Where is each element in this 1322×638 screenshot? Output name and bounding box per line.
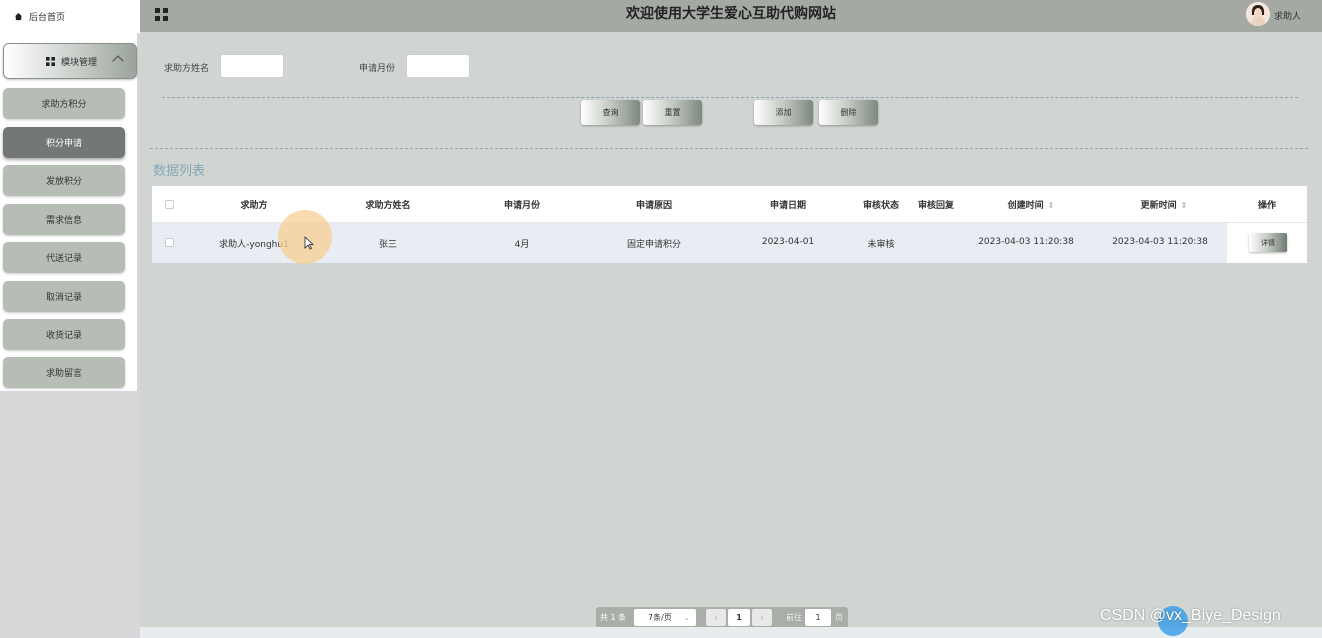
select-all-checkbox[interactable]	[165, 200, 174, 209]
top-header: 欢迎使用大学生爱心互助代购网站 求助人	[140, 0, 1322, 32]
sidebar-item-receipt-records[interactable]: 收货记录	[3, 319, 125, 350]
sidebar-item-label: 收货记录	[45, 331, 82, 341]
prev-page-button[interactable]: ‹	[706, 609, 726, 626]
sidebar: 后台首页 模块管理 求助方积分 积分申请 发放积分 需求信息 代送记录 取消记录…	[0, 0, 140, 638]
col-updated[interactable]: 更新时间 ⇕	[1119, 198, 1209, 211]
col-updated-label: 更新时间	[1140, 201, 1177, 211]
site-title: 欢迎使用大学生爱心互助代购网站	[626, 6, 836, 22]
module-label: 模块管理	[61, 57, 98, 68]
col-ops: 操作	[1257, 201, 1276, 211]
sidebar-item-issue-points[interactable]: 发放积分	[3, 165, 125, 196]
bottom-strip	[140, 627, 1322, 638]
cell-status: 未审核	[867, 240, 895, 250]
col-helper: 求助方	[240, 201, 268, 211]
sidebar-item-label: 取消记录	[45, 293, 82, 303]
reset-button[interactable]: 重置	[643, 100, 702, 125]
goto-page-input[interactable]: 1	[805, 609, 831, 626]
col-status: 审核状态	[862, 201, 899, 211]
sort-icon[interactable]: ⇕	[1048, 201, 1055, 210]
cell-helper-name: 张三	[378, 240, 397, 250]
delete-button[interactable]: 删除	[819, 100, 878, 125]
user-avatar[interactable]	[1246, 2, 1270, 26]
helper-name-input[interactable]	[220, 54, 284, 78]
user-name[interactable]: 求助人	[1274, 9, 1301, 22]
chevron-up-icon	[112, 55, 124, 67]
home-link[interactable]: 后台首页	[0, 0, 140, 33]
home-icon	[14, 12, 23, 21]
cell-reason: 固定申请积分	[626, 240, 681, 250]
sidebar-item-label: 求助方积分	[41, 100, 87, 110]
col-helper-name: 求助方姓名	[365, 201, 411, 211]
sidebar-item-demand-info[interactable]: 需求信息	[3, 204, 125, 235]
apply-month-input[interactable]	[406, 54, 470, 78]
page-size-select[interactable]: 7条/页 ⌄	[634, 609, 696, 626]
pagination-total: 共 1 条	[600, 613, 627, 622]
section-title: 数据列表	[153, 164, 206, 179]
sidebar-item-label: 发放积分	[45, 177, 82, 187]
col-reply: 审核回复	[917, 201, 954, 211]
add-button[interactable]: 添加	[754, 100, 813, 125]
module-management-toggle[interactable]: 模块管理	[3, 43, 137, 79]
query-button[interactable]: 查询	[581, 100, 640, 125]
avatar-icon	[1246, 2, 1270, 26]
detail-button[interactable]: 详情	[1249, 233, 1287, 252]
sidebar-item-helper-points[interactable]: 求助方积分	[3, 88, 125, 119]
mouse-cursor-icon	[304, 236, 314, 250]
cell-date: 2023-04-01	[761, 237, 815, 247]
row-checkbox[interactable]	[165, 238, 174, 247]
col-reason: 申请原因	[635, 201, 672, 211]
divider	[162, 97, 1298, 98]
sidebar-item-help-messages[interactable]: 求助留言	[3, 357, 125, 388]
col-created[interactable]: 创建时间 ⇕	[986, 198, 1076, 211]
sidebar-item-cancel-records[interactable]: 取消记录	[3, 281, 125, 312]
page-size-value: 7条/页	[648, 613, 672, 622]
chevron-down-icon: ⌄	[683, 613, 690, 622]
col-month: 申请月份	[503, 201, 540, 211]
cell-month: 4月	[514, 240, 530, 250]
sidebar-item-points-application[interactable]: 积分申请	[3, 127, 125, 158]
grid-icon	[46, 56, 55, 66]
goto-label: 前往	[786, 613, 802, 622]
sidebar-item-label: 代送记录	[45, 254, 82, 264]
col-created-label: 创建时间	[1007, 201, 1044, 211]
table-header: 求助方 求助方姓名 申请月份 申请原因 申请日期 审核状态 审核回复 创建时间 ⇕…	[152, 186, 1307, 223]
home-label: 后台首页	[29, 13, 66, 23]
page-suffix: 页	[835, 613, 843, 622]
watermark: CSDN @vx_Biye_Design	[1100, 607, 1281, 624]
sidebar-item-label: 求助留言	[45, 369, 82, 379]
sidebar-item-label: 需求信息	[45, 216, 82, 226]
cell-updated: 2023-04-03 11:20:38	[1112, 237, 1208, 247]
current-page[interactable]: 1	[728, 609, 750, 626]
divider	[150, 148, 1308, 149]
helper-name-label: 求助方姓名	[164, 64, 210, 74]
sort-icon[interactable]: ⇕	[1181, 201, 1188, 210]
apply-month-label: 申请月份	[359, 64, 396, 74]
pagination: 共 1 条 7条/页 ⌄ ‹ 1 › 前往 1 页	[596, 607, 848, 628]
col-date: 申请日期	[769, 201, 806, 211]
sidebar-item-delivery-records[interactable]: 代送记录	[3, 242, 125, 273]
next-page-button[interactable]: ›	[752, 609, 772, 626]
cell-created: 2023-04-03 11:20:38	[978, 237, 1074, 247]
sidebar-item-label: 积分申请	[45, 139, 82, 149]
